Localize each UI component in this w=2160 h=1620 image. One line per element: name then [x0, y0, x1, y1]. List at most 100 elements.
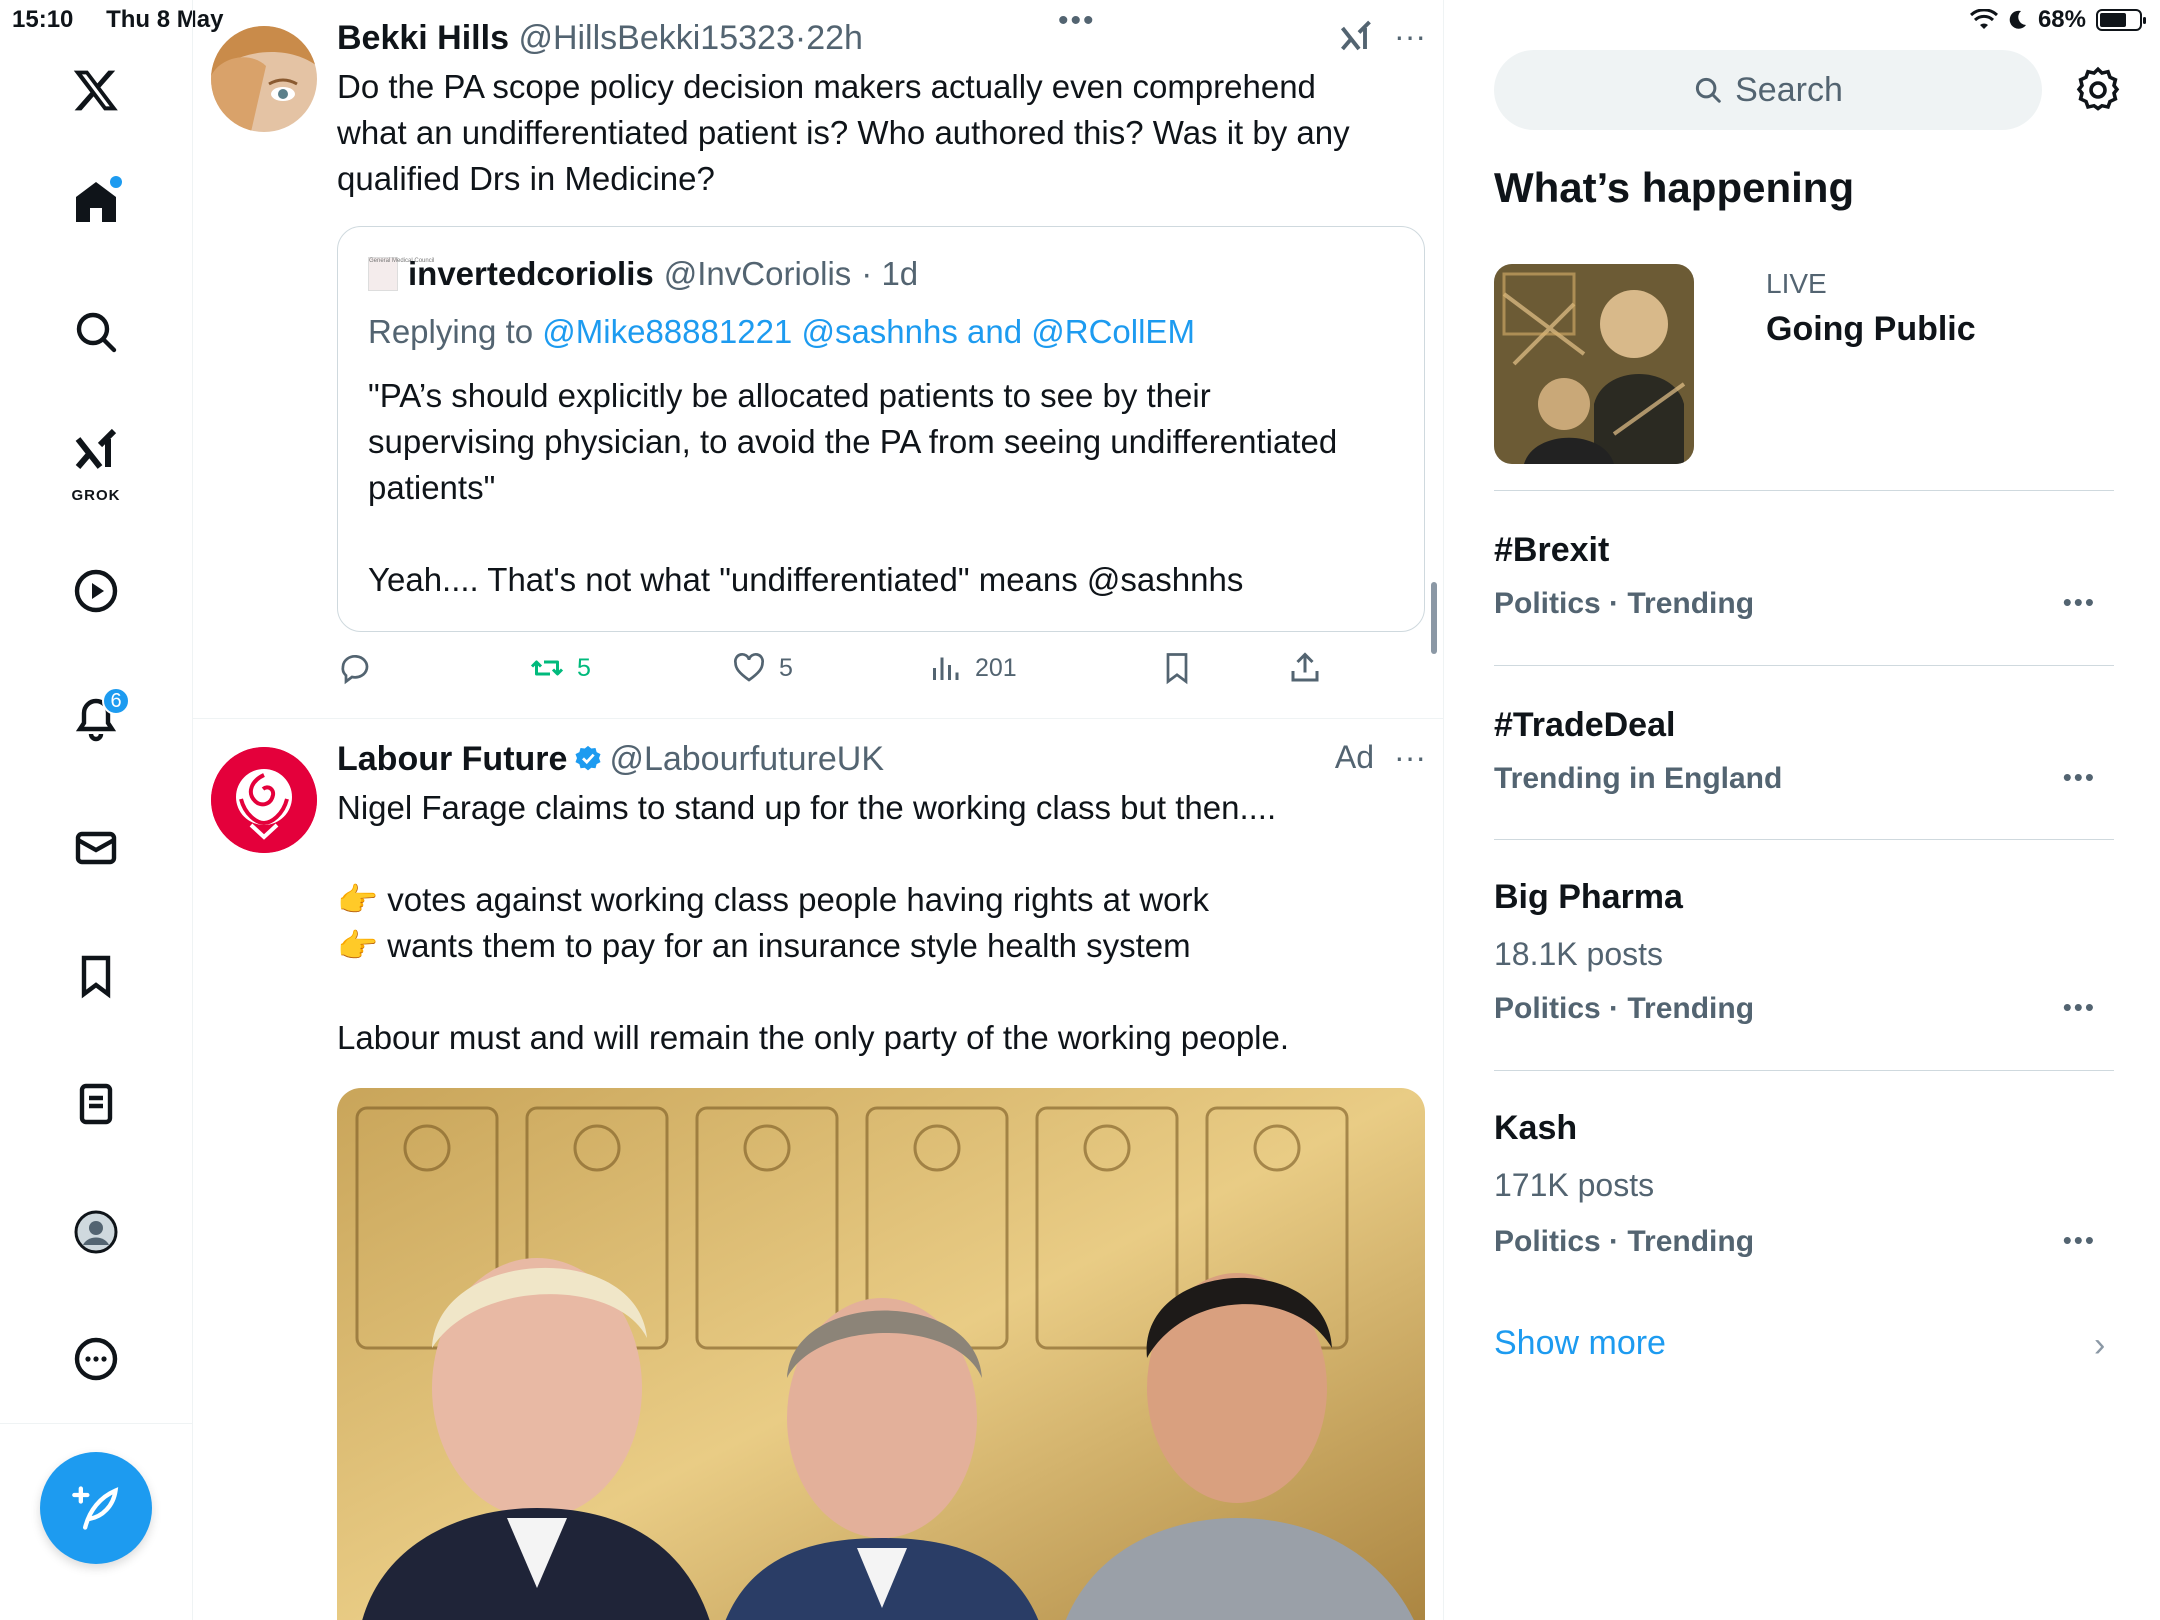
quoted-text-line	[368, 511, 1400, 557]
tweet-text-line: Nigel Farage claims to stand up for the …	[337, 789, 1277, 826]
bookmarks-icon	[81, 955, 111, 999]
views-button[interactable]: 201	[927, 650, 1017, 686]
tweet-text-line	[337, 831, 1426, 877]
nav-grok[interactable]: GROK	[60, 420, 132, 504]
replying-to-links[interactable]: @Mike88881221 @sashnhs and @RCollEM	[542, 313, 1195, 350]
section-title: What’s happening	[1494, 164, 1855, 211]
tweet-text-line: 👉 votes against working class people hav…	[337, 881, 1210, 918]
lists-icon	[79, 1083, 113, 1125]
author-handle[interactable]: @LabourfutureUK	[609, 740, 884, 778]
messages-icon	[75, 831, 117, 865]
timeline[interactable]: ••• Bekki Hills @HillsBekki15323·22h ···	[193, 0, 1444, 1620]
views-count: 201	[975, 653, 1017, 682]
trend-meta: Trending in England	[1494, 762, 1783, 795]
nav-lists[interactable]	[60, 1068, 132, 1140]
nav-divider	[0, 1423, 193, 1424]
author-name[interactable]: Labour Future	[337, 740, 567, 778]
bookmark-icon	[1166, 653, 1188, 685]
author-handle[interactable]: @HillsBekki15323	[518, 19, 794, 57]
nav-messages[interactable]	[60, 812, 132, 884]
reply-icon	[341, 655, 369, 685]
quoted-text-line: "PA’s should explicitly be allocated pat…	[368, 377, 1211, 414]
time-separator: ·	[794, 19, 807, 57]
tweet-text-line: qualified Drs in Medicine?	[337, 160, 715, 197]
quoted-tweet-text: "PA’s should explicitly be allocated pat…	[368, 373, 1400, 603]
author-name[interactable]: Bekki Hills	[337, 19, 509, 57]
trend-more-icon[interactable]: •••	[2063, 587, 2096, 618]
tweet-text-line: what an undifferentiated patient is? Who…	[337, 114, 1350, 151]
show-more-link[interactable]: Show more	[1494, 1324, 1666, 1363]
quoted-tweet-time: · 1d	[861, 255, 919, 292]
trend-more-icon[interactable]: •••	[2063, 1225, 2096, 1256]
nav-home[interactable]	[60, 166, 132, 238]
search-input[interactable]: Search	[1494, 50, 2042, 130]
replying-prefix: Replying to	[368, 313, 534, 350]
tweet-more-icon[interactable]: ···	[1394, 739, 1426, 776]
verified-icon	[575, 745, 601, 771]
grok-icon	[75, 428, 117, 469]
trend-item[interactable]: Big Pharma 18.1K posts Politics · Trendi…	[1494, 839, 2114, 1071]
quoted-author-handle: @InvCoriolis	[663, 255, 852, 292]
quoted-text-line: Yeah.... That's not what "undifferentiat…	[368, 561, 1244, 598]
tweet-text: Do the PA scope policy decision makers a…	[337, 64, 1426, 202]
trend-title: Big Pharma	[1494, 878, 1683, 916]
tweet-text-line	[337, 969, 1426, 1015]
nav-bookmarks[interactable]	[60, 940, 132, 1012]
trend-more-icon[interactable]: •••	[2063, 762, 2096, 793]
tweet-text-line: 👉 wants them to pay for an insurance sty…	[337, 927, 1191, 964]
live-event-card[interactable]: LIVE Going Public	[1494, 264, 2114, 464]
notifications-badge: 6	[102, 687, 130, 715]
live-event-thumbnail	[1494, 264, 1694, 464]
grok-label: GROK	[71, 487, 121, 504]
x-logo-icon[interactable]	[60, 54, 132, 126]
like-button[interactable]: 5	[731, 650, 793, 686]
retweet-count: 5	[577, 653, 591, 682]
compose-icon	[72, 1486, 119, 1530]
avatar[interactable]	[211, 26, 317, 132]
video-icon	[74, 569, 118, 613]
trend-title: #Brexit	[1494, 531, 1610, 569]
tweet-more-icon[interactable]: ···	[1394, 18, 1426, 55]
nav-explore[interactable]	[60, 296, 132, 368]
quoted-author-name: invertedcoriolis	[408, 255, 654, 292]
quoted-tweet[interactable]: General Medical Council invertedcoriolis…	[337, 226, 1425, 632]
tweet-time[interactable]: 22h	[806, 19, 863, 57]
live-tag: LIVE	[1766, 268, 1827, 299]
bookmark-button[interactable]	[1159, 650, 1195, 686]
trend-posts: 171K posts	[1494, 1167, 1655, 1203]
share-button[interactable]	[1287, 650, 1323, 686]
chevron-right-icon[interactable]: ›	[2094, 1326, 2105, 1365]
home-unread-dot	[110, 176, 122, 188]
nav-video[interactable]	[60, 555, 132, 627]
more-icon	[74, 1337, 118, 1381]
trend-item[interactable]: #Brexit Politics · Trending •••	[1494, 490, 2114, 666]
tweet-actions: 5 5 201	[337, 650, 1337, 694]
reply-button[interactable]	[337, 650, 373, 686]
avatar[interactable]	[211, 747, 317, 853]
trend-item[interactable]: #TradeDeal Trending in England •••	[1494, 665, 2114, 839]
gmc-logo: General Medical Council	[368, 257, 434, 291]
nav-profile[interactable]	[60, 1196, 132, 1268]
views-icon	[933, 657, 959, 680]
tweet-media-photo[interactable]	[337, 1088, 1425, 1620]
profile-icon	[74, 1210, 118, 1254]
like-icon	[734, 653, 764, 682]
right-sidebar: Search What’s happening LIVE Going Publi…	[1444, 0, 2160, 1620]
retweet-button[interactable]: 5	[529, 650, 591, 686]
compose-button[interactable]	[40, 1452, 152, 1564]
search-icon	[1696, 77, 1721, 103]
tweet-bekki-hills[interactable]: Bekki Hills @HillsBekki15323·22h ··· Do …	[193, 0, 1443, 718]
tweet-text-line: Labour must and will remain the only par…	[337, 1019, 1290, 1056]
like-count: 5	[779, 653, 793, 682]
trend-more-icon[interactable]: •••	[2063, 992, 2096, 1023]
trend-item[interactable]: Kash 171K posts Politics · Trending •••	[1494, 1070, 2114, 1300]
left-nav: GROK 6	[0, 0, 193, 1620]
nav-more[interactable]	[60, 1323, 132, 1395]
ad-label: Ad	[1334, 739, 1375, 775]
settings-icon[interactable]	[2074, 66, 2122, 114]
share-icon	[1291, 652, 1319, 682]
tweet-text: Nigel Farage claims to stand up for the …	[337, 785, 1426, 1061]
grok-icon[interactable]	[1338, 19, 1374, 55]
nav-notifications[interactable]: 6	[60, 683, 132, 755]
tweet-text-line: Do the PA scope policy decision makers a…	[337, 68, 1316, 105]
